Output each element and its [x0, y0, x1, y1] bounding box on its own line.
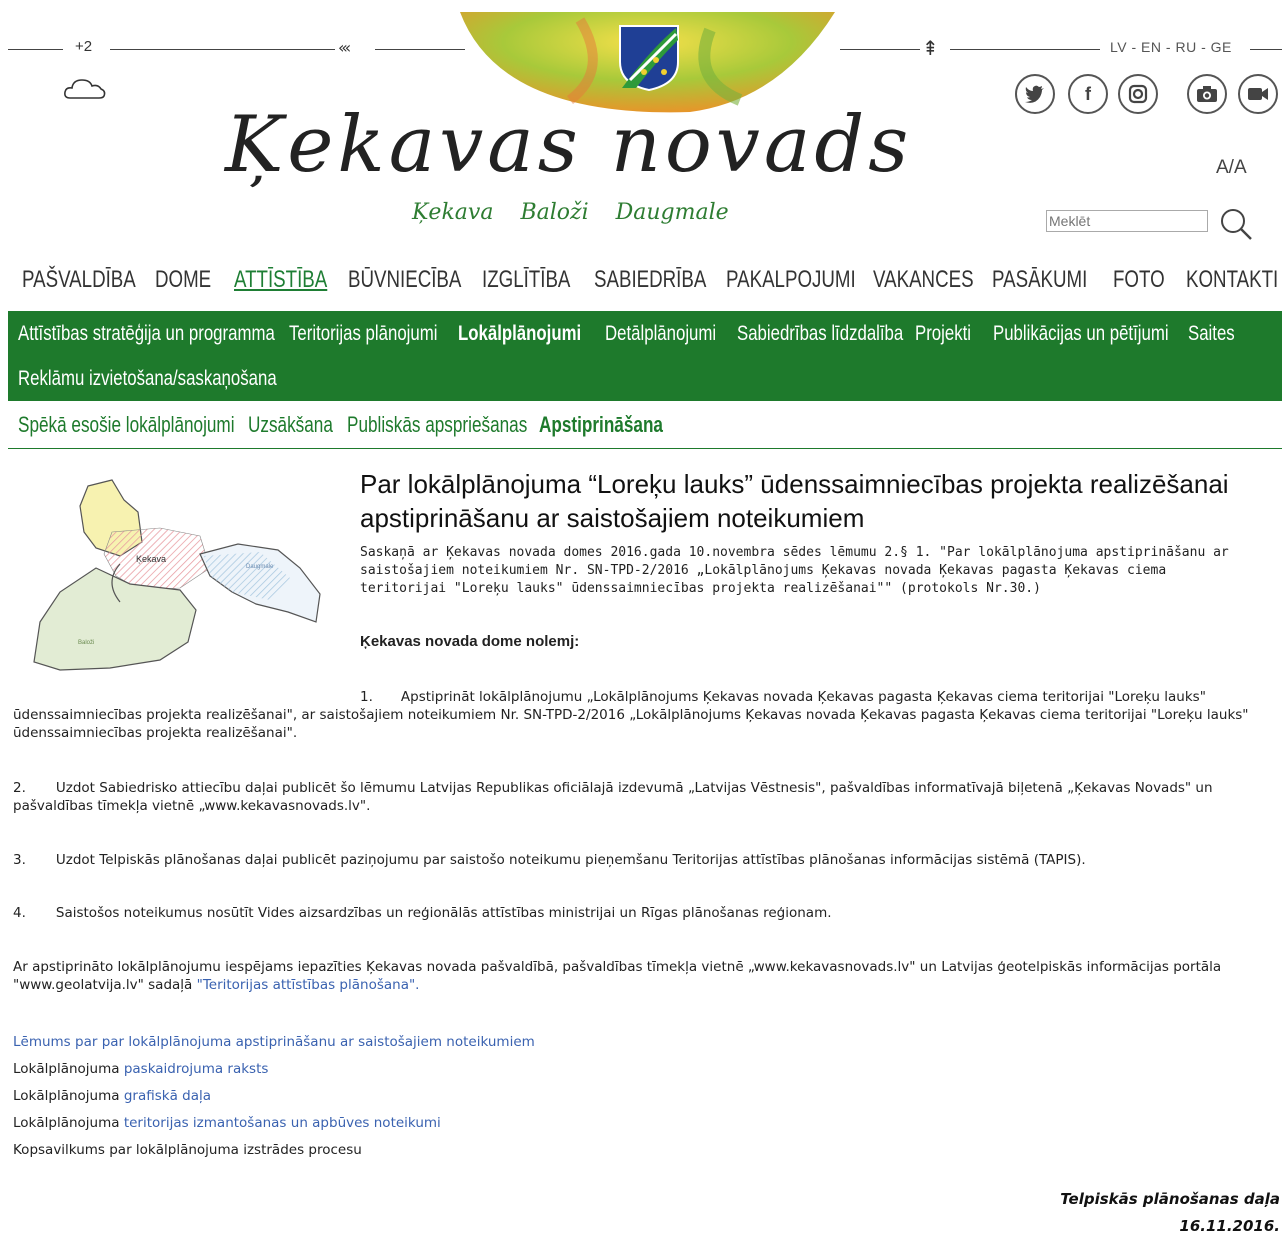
- header-rule: [110, 49, 335, 50]
- section-item-lidzdaliba[interactable]: Sabiedrības līdzdalība: [737, 322, 903, 346]
- weather-temperature: +2: [75, 38, 93, 55]
- map-label-daugmale: Daugmale: [246, 564, 274, 570]
- decision-heading: Ķekavas novada dome nolemj:: [360, 633, 580, 650]
- section-item-reklamu-izvietosana[interactable]: Reklāmu izvietošana/saskaņošana: [18, 367, 277, 391]
- font-size-toggle[interactable]: A/A: [1216, 157, 1247, 179]
- decision-item: 2. Uzdot Sabiedrisko attiecību daļai publ…: [13, 779, 1275, 815]
- section-item-saites[interactable]: Saites: [1188, 322, 1235, 346]
- subnav-publiskas-apspriesanas[interactable]: Publiskās apspriešanas: [347, 412, 527, 438]
- search-input[interactable]: [1046, 210, 1208, 232]
- lang-lv[interactable]: LV: [1110, 39, 1127, 55]
- section-item-lokalplanojumi[interactable]: Lokālplānojumi: [458, 322, 581, 346]
- section-item-detalplanojumi[interactable]: Detālplānojumi: [605, 322, 716, 346]
- nav-sabiedriba[interactable]: SABIEDRĪBA: [594, 266, 706, 294]
- nav-buvnieciba[interactable]: BŪVNIECĪBA: [348, 266, 461, 294]
- closing-paragraph: Ar apstiprināto lokālplānojumu iespējams…: [13, 958, 1275, 994]
- decision-item-number: 3.: [13, 852, 26, 868]
- building-regulations-link[interactable]: teritorijas izmantošanas un apbūves note…: [124, 1115, 441, 1131]
- language-switcher: LV - EN - RU - GE: [1110, 39, 1232, 55]
- explanatory-note-link[interactable]: paskaidrojuma raksts: [124, 1061, 269, 1077]
- article-title: Par lokālplānojuma “Loreķu lauks” ūdenss…: [360, 469, 1229, 533]
- doc-link-row: Lokālplānojuma grafiskā daļa: [13, 1088, 212, 1104]
- nav-attistiba[interactable]: ATTĪSTĪBA: [234, 266, 327, 294]
- decision-item: 4. Saistošos noteikumus nosūtīt Vides aiz…: [13, 904, 1275, 922]
- section-item-publikacijas[interactable]: Publikācijas un pētījumi: [993, 322, 1169, 346]
- site-logo-title[interactable]: Ķekavas novads: [225, 100, 912, 190]
- search-icon[interactable]: [1218, 206, 1254, 242]
- facebook-icon[interactable]: f: [1068, 74, 1108, 114]
- decision-item-text: Uzdot Sabiedrisko attiecību daļai public…: [13, 780, 1213, 814]
- nav-izglitiba[interactable]: IZGLĪTĪBA: [482, 266, 570, 294]
- header-rule: [1250, 49, 1282, 50]
- process-summary-text: Kopsavilkums par lokālplānojuma izstrāde…: [13, 1142, 362, 1158]
- cloud-icon: [64, 79, 106, 99]
- novads-map: Ķekava Daugmale Baloži: [33, 479, 321, 671]
- nav-vakances[interactable]: VAKANCES: [873, 266, 974, 294]
- video-icon[interactable]: [1238, 74, 1278, 114]
- section-item-teritorijas-planojumi[interactable]: Teritorijas plānojumi: [289, 322, 437, 346]
- map-label-kekava: Ķekava: [136, 554, 166, 564]
- header-rule: [375, 49, 465, 50]
- nav-pakalpojumi[interactable]: PAKALPOJUMI: [726, 266, 856, 294]
- signature-department: Telpiskās plānošanas daļa: [1060, 1190, 1280, 1208]
- sub-navigation: Spēkā esošie lokālplānojumi Uzsākšana Pu…: [8, 408, 1282, 449]
- instagram-icon[interactable]: [1118, 74, 1158, 114]
- doc-link-row: Lokālplānojuma paskaidrojuma raksts: [13, 1061, 269, 1077]
- decision-item-number: 1.: [360, 689, 373, 705]
- decision-item-number: 4.: [13, 905, 26, 921]
- map-label-balozi: Baloži: [78, 640, 94, 646]
- decision-item-text: Uzdot Telpiskās plānošanas daļai publicē…: [55, 852, 1086, 868]
- decision-item: 1. Apstiprināt lokālplānojumu „Lokālplāno…: [13, 688, 1275, 742]
- decision-item-text: Apstiprināt lokālplānojumu „Lokālplānoju…: [13, 689, 1249, 741]
- nav-kontakti[interactable]: KONTAKTI: [1186, 266, 1278, 294]
- signature-block: Telpiskās plānošanas daļa 16.11.2016.: [1060, 1186, 1280, 1240]
- doc-link-row: Lēmums par par lokālplānojuma apstiprinā…: [13, 1029, 535, 1056]
- header-rule: [840, 49, 920, 50]
- nav-foto[interactable]: FOTO: [1113, 266, 1165, 294]
- subnav-speka-esosie[interactable]: Spēkā esošie lokālplānojumi: [18, 412, 235, 438]
- closing-text: Ar apstiprināto lokālplānojumu iespējams…: [13, 959, 1222, 993]
- lang-en[interactable]: EN: [1141, 39, 1161, 55]
- section-navigation: Attīstības stratēģija un programma Terit…: [8, 311, 1282, 401]
- decision-item-text: Saistošos noteikumus nosūtīt Vides aizsa…: [55, 905, 832, 921]
- section-item-projekti[interactable]: Projekti: [915, 322, 971, 346]
- subnav-uzsaksana[interactable]: Uzsākšana: [248, 412, 333, 438]
- header-rule: [8, 49, 63, 50]
- planning-portal-link[interactable]: "Teritorijas attīstības plānošana".: [197, 977, 420, 993]
- nav-pasakumi[interactable]: PASĀKUMI: [992, 266, 1087, 294]
- site-logo-subtitle: Ķekava Baloži Daugmale: [412, 200, 729, 225]
- signature-date: 16.11.2016.: [1179, 1217, 1280, 1235]
- main-navigation: PAŠVALDĪBA DOME ATTĪSTĪBA BŪVNIECĪBA IZG…: [0, 264, 1282, 300]
- camera-icon[interactable]: [1187, 74, 1227, 114]
- nav-dome[interactable]: DOME: [155, 266, 211, 294]
- article-intro: Saskaņā ar Ķekavas novada domes 2016.gad…: [360, 545, 1229, 596]
- document-links: Lēmums par par lokālplānojuma apstiprinā…: [13, 1029, 535, 1164]
- decision-doc-link[interactable]: Lēmums par par lokālplānojuma apstiprinā…: [13, 1034, 535, 1050]
- lang-ru[interactable]: RU: [1175, 39, 1196, 55]
- lang-ge[interactable]: GE: [1211, 39, 1232, 55]
- header-rule: [950, 49, 1100, 50]
- doc-link-row: Lokālplānojuma teritorijas izmantošanas …: [13, 1115, 441, 1131]
- compass-arrow-icon: ⇞: [922, 36, 939, 60]
- nav-pasvaldiba[interactable]: PAŠVALDĪBA: [22, 266, 136, 294]
- site-header: +2 ‹‹‹ ⇞ LV - EN - RU - GE f Ķekavas nov…: [0, 0, 1282, 250]
- subnav-apstiprinasana[interactable]: Apstiprināšana: [539, 412, 663, 438]
- section-item-strategija[interactable]: Attīstības stratēģija un programma: [18, 322, 275, 346]
- chevrons-left-icon: ‹‹‹: [338, 38, 351, 57]
- twitter-icon[interactable]: [1015, 74, 1055, 114]
- decision-item: 3. Uzdot Telpiskās plānošanas daļai publi…: [13, 851, 1275, 869]
- graphic-part-link[interactable]: grafiskā daļa: [124, 1088, 211, 1104]
- decision-item-number: 2.: [13, 780, 26, 796]
- doc-link-row: Kopsavilkums par lokālplānojuma izstrāde…: [13, 1137, 535, 1164]
